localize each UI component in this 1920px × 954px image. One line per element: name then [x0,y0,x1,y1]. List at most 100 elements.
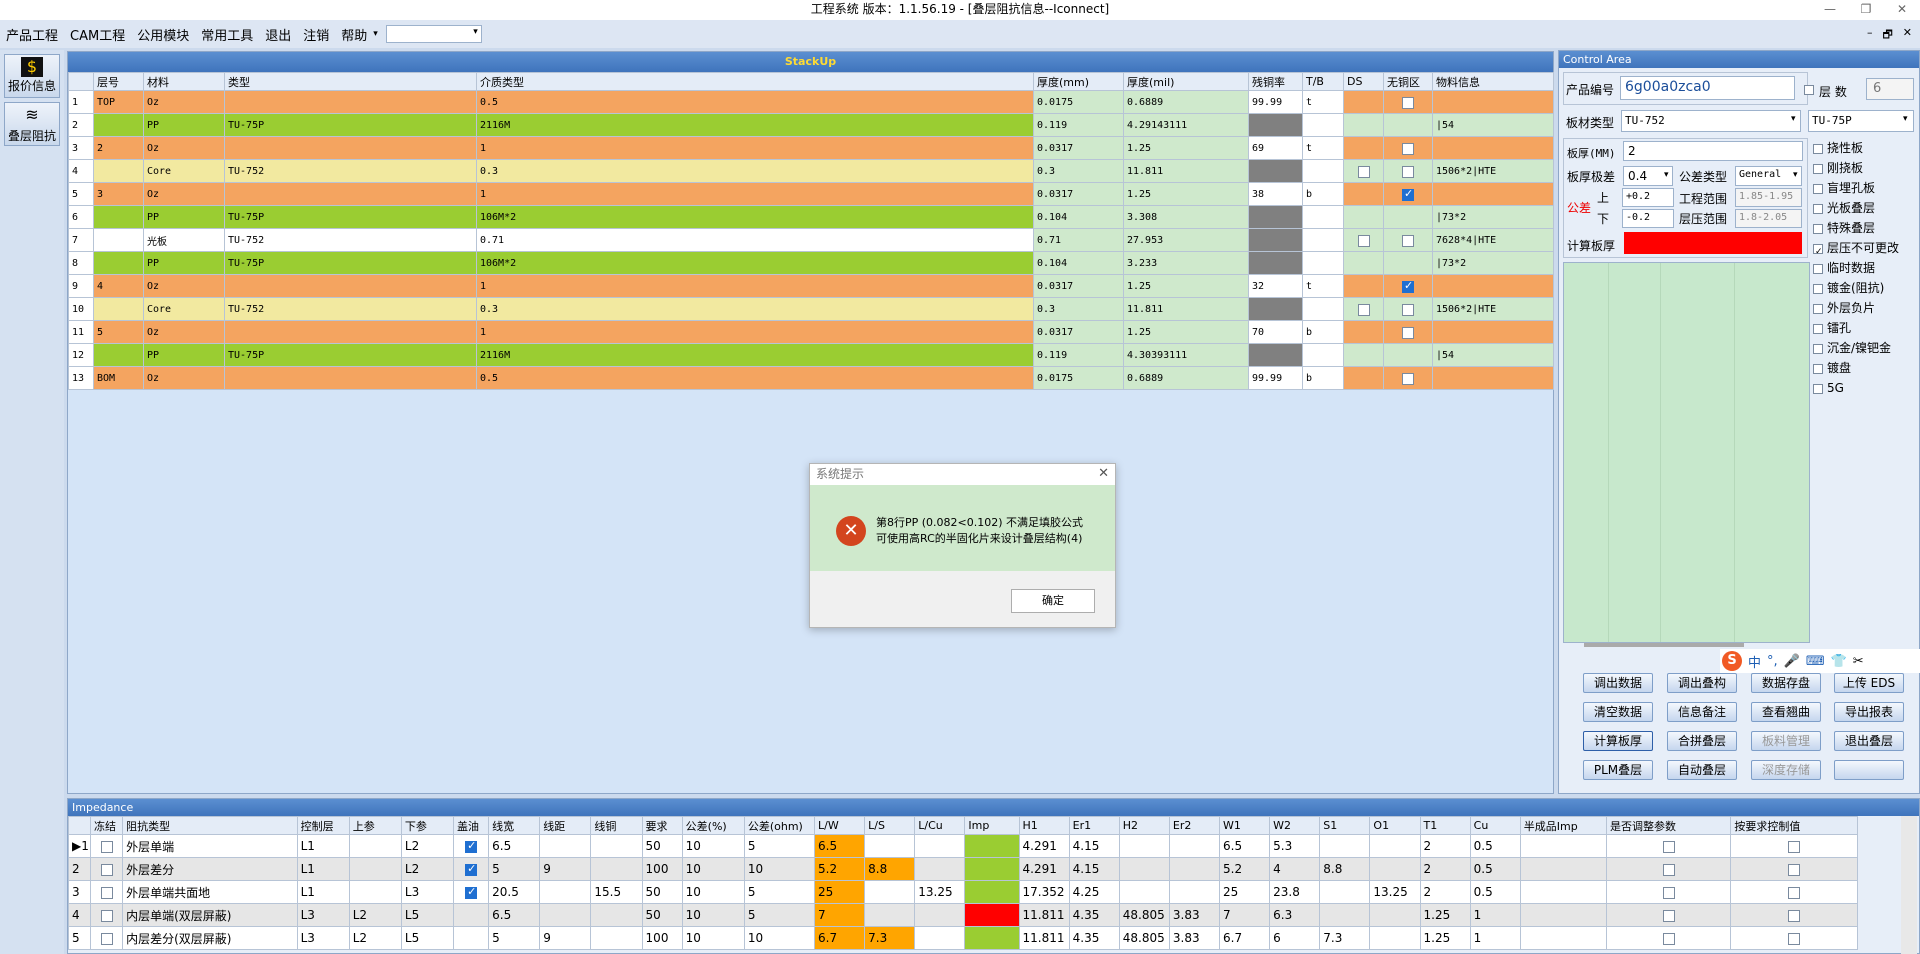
stackup-col-header[interactable]: 材料 [143,72,225,91]
stackup-cell-tb[interactable]: b [1302,366,1344,390]
impedance-cell-s[interactable] [539,880,592,904]
impedance-cell-to[interactable]: 10 [743,926,816,950]
vertical-scrollbar[interactable] [1901,816,1917,954]
dialog-close-icon[interactable]: ✕ [1098,466,1109,481]
stackup-cell-layer[interactable]: 2 [93,136,144,160]
stackup-cell-ds[interactable] [1343,205,1384,229]
impedance-col-header[interactable]: T1 [1419,816,1471,835]
impedance-cell-lcu[interactable] [914,926,966,950]
stackup-cell-ds[interactable] [1343,159,1384,183]
impedance-cell-imp[interactable] [964,880,1020,904]
impedance-cell-t1[interactable]: 2 [1419,857,1471,881]
control-value-checkbox[interactable] [1788,863,1801,876]
stackup-cell-cu[interactable] [1248,343,1303,367]
option-checkbox[interactable] [1813,203,1823,214]
impedance-col-header[interactable]: 线宽 [488,816,541,835]
impedance-cell-ctl[interactable]: L3 [296,903,350,927]
oil-checkbox[interactable] [465,885,478,899]
stackup-col-header[interactable]: 类型 [224,72,477,91]
ds-checkbox[interactable] [1357,234,1370,247]
stackup-cell-mil[interactable]: 27.953 [1123,228,1249,252]
stackup-cell-type[interactable]: TU-75P [224,343,477,367]
stackup-cell-mat[interactable]: PP [143,251,225,275]
layers-checkbox[interactable] [1804,85,1814,95]
impedance-cell-cu[interactable] [590,834,643,858]
impedance-cell-o1[interactable] [1369,903,1421,927]
stackup-cell-type[interactable]: TU-75P [224,113,477,137]
stackup-cell-type[interactable]: TU-752 [224,159,477,183]
layers-input[interactable]: 6 [1866,78,1914,100]
control-value-checkbox[interactable] [1788,932,1801,945]
stackup-cell-diel[interactable]: 1 [476,182,1034,206]
stackup-cell-layer[interactable]: 4 [93,274,144,298]
stackup-row[interactable]: 8 PP TU-75P 106M*2 0.104 3.233 |73*2 [68,251,1554,275]
stackup-cell-nocu[interactable] [1383,251,1433,275]
impedance-col-header[interactable]: Imp [964,816,1020,835]
impedance-cell-half[interactable] [1519,834,1608,858]
impedance-cell-req[interactable]: 50 [641,903,683,927]
impedance-row[interactable]: 5 内层差分(双层屏蔽) L3 L2 L5 5 9 100 10 10 6.7 7.3 11.811 4.… [67,926,1858,950]
stackup-cell-mil[interactable]: 0.6889 [1123,90,1249,114]
stackup-cell-tb[interactable]: t [1302,274,1344,298]
stackup-col-header[interactable]: 介质类型 [476,72,1034,91]
stackup-row[interactable]: 2 PP TU-75P 2116M 0.119 4.29143111 |54 [68,113,1554,137]
stackup-col-header[interactable]: DS [1343,72,1384,91]
impedance-row[interactable]: 4 内层单端(双层屏蔽) L3 L2 L5 6.5 50 10 5 7 11.811 4.35 48.8… [67,903,1858,927]
nocu-checkbox[interactable] [1402,96,1414,109]
stackup-cell-cu[interactable] [1248,297,1303,321]
stackup-cell-diel[interactable]: 0.5 [476,366,1034,390]
stackup-cell-mil[interactable]: 1.25 [1123,320,1249,344]
ime-chinese-icon[interactable]: 中 [1748,652,1761,671]
control-value-checkbox[interactable] [1788,909,1801,922]
option-item[interactable]: 外层负片 [1813,298,1917,318]
stackup-cell-type[interactable]: TU-75P [224,205,477,229]
stackup-cell-layer[interactable]: 3 [93,182,144,206]
stackup-cell-type[interactable]: TU-75P [224,251,477,275]
adjust-cell[interactable] [1606,834,1732,858]
stackup-cell-nocu[interactable] [1383,205,1433,229]
freeze-checkbox[interactable] [100,932,113,945]
impedance-col-header[interactable]: 公差(%) [681,816,745,835]
stackup-cell-mat[interactable]: Oz [143,182,225,206]
impedance-cell-tp[interactable]: 10 [681,857,745,881]
impedance-cell-up[interactable] [348,834,402,858]
control-button[interactable]: 自动叠层 [1667,760,1737,780]
impedance-cell-ctl[interactable]: L3 [296,926,350,950]
stackup-cell-cu[interactable] [1248,113,1303,137]
stackup-cell-mat[interactable]: Core [143,297,225,321]
control-button[interactable]: 导出报表 [1834,702,1904,722]
stackup-cell-mm[interactable]: 0.71 [1033,228,1124,252]
dialog-ok-button[interactable]: 确定 [1011,589,1095,613]
adjust-cell[interactable] [1606,857,1732,881]
impedance-cell-cu[interactable] [590,857,643,881]
impedance-cell-w1[interactable]: 7 [1219,903,1271,927]
impedance-cell-req[interactable]: 100 [641,926,683,950]
impedance-cell-ls[interactable]: 7.3 [864,926,916,950]
stackup-cell-mat[interactable]: Oz [143,320,225,344]
control-value-cell[interactable] [1730,903,1858,927]
impedance-col-header[interactable]: W1 [1219,816,1271,835]
stackup-cell-mil[interactable]: 0.6889 [1123,366,1249,390]
impedance-cell-tp[interactable]: 10 [681,880,745,904]
oil-checkbox[interactable] [465,862,478,876]
stackup-cell-ds[interactable] [1343,90,1384,114]
impedance-cell-s1[interactable]: 8.8 [1319,857,1371,881]
impedance-cell-imp[interactable] [964,834,1020,858]
adjust-checkbox[interactable] [1662,932,1675,945]
option-checkbox[interactable] [1813,283,1823,294]
stackup-cell-layer[interactable] [93,343,144,367]
freeze-cell[interactable] [90,834,124,858]
microphone-icon[interactable]: 🎤 [1784,654,1800,669]
impedance-cell-half[interactable] [1519,903,1608,927]
impedance-col-header[interactable]: O1 [1369,816,1421,835]
impedance-col-header[interactable]: 半成品Imp [1519,816,1608,835]
stackup-cell-tb[interactable] [1302,343,1344,367]
control-button[interactable]: 清空数据 [1583,702,1653,722]
menu-help[interactable]: 帮助 [335,25,373,44]
stackup-col-header[interactable]: 残铜率 [1248,72,1303,91]
ds-checkbox[interactable] [1357,165,1370,178]
impedance-col-header[interactable]: 盖油 [453,816,490,835]
impedance-cell-up[interactable]: L2 [348,903,402,927]
stackup-cell-cu[interactable]: 69 [1248,136,1303,160]
impedance-cell-h1[interactable]: 17.352 [1018,880,1070,904]
